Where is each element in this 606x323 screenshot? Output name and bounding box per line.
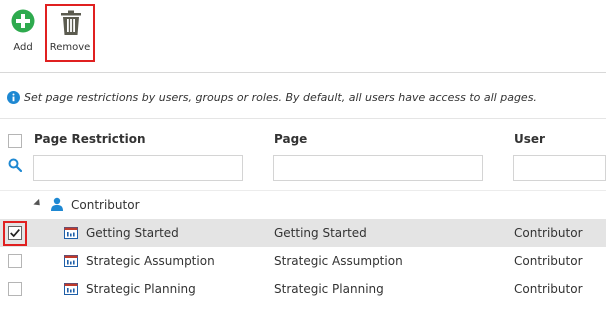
user-cell: Contributor [514, 282, 583, 296]
add-button[interactable]: Add [6, 4, 40, 60]
page-filter-input[interactable] [273, 155, 483, 181]
column-header-page[interactable]: Page [274, 132, 307, 146]
toolbar-divider [0, 72, 606, 73]
select-all-checkbox[interactable] [8, 134, 22, 148]
info-message: Set page restrictions by users, groups o… [7, 88, 537, 106]
checkmark-icon [10, 229, 20, 238]
page-cell: Strategic Planning [274, 282, 384, 296]
column-header-page-restriction[interactable]: Page Restriction [34, 132, 146, 146]
row-checkbox[interactable] [8, 226, 22, 240]
collapse-arrow-icon[interactable] [33, 198, 43, 209]
user-filter-input[interactable] [513, 155, 606, 181]
person-icon [51, 197, 63, 211]
user-cell: Contributor [514, 254, 583, 268]
search-icon [8, 158, 22, 172]
page-icon [64, 227, 78, 239]
trash-icon [61, 10, 81, 35]
add-button-label: Add [13, 42, 33, 53]
page-icon [64, 255, 78, 267]
user-cell: Contributor [514, 226, 583, 240]
remove-button-label: Remove [49, 42, 91, 53]
restriction-cell: Getting Started [86, 226, 179, 240]
table-row[interactable]: Strategic Planning Strategic Planning Co… [0, 275, 606, 303]
column-header-user[interactable]: User [514, 132, 545, 146]
group-name: Contributor [71, 198, 140, 212]
toolbar: Add Remove [0, 0, 606, 66]
info-text: Set page restrictions by users, groups o… [24, 90, 537, 104]
restriction-cell: Strategic Assumption [86, 254, 215, 268]
restriction-cell: Strategic Planning [86, 282, 196, 296]
table-row[interactable]: Getting Started Getting Started Contribu… [0, 219, 606, 247]
remove-button[interactable]: Remove [45, 4, 95, 62]
page-cell: Strategic Assumption [274, 254, 403, 268]
group-divider [0, 190, 606, 191]
plus-circle-icon [11, 9, 35, 33]
row-checkbox[interactable] [8, 282, 22, 296]
table-row[interactable]: Strategic Assumption Strategic Assumptio… [0, 247, 606, 275]
row-checkbox[interactable] [8, 254, 22, 268]
grid-top-border [0, 118, 606, 119]
page-restriction-filter-input[interactable] [33, 155, 243, 181]
group-row-contributor[interactable]: Contributor [0, 192, 606, 219]
page-icon [64, 283, 78, 295]
info-icon [7, 90, 20, 104]
page-cell: Getting Started [274, 226, 367, 240]
